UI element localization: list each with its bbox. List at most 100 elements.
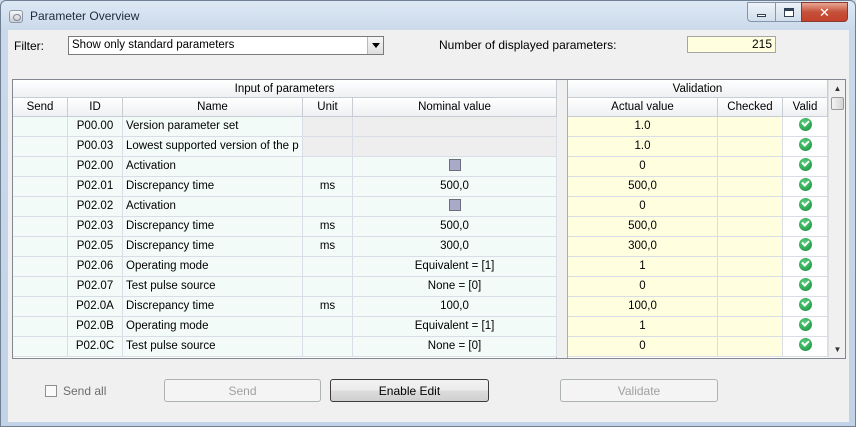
cell-nominal[interactable]: None = [0] <box>353 277 557 297</box>
cell-name: Operating mode <box>123 257 303 277</box>
title-bar[interactable]: Parameter Overview ✕ <box>1 1 855 31</box>
send-all-label: Send all <box>63 384 107 398</box>
send-button[interactable]: Send <box>164 379 321 402</box>
send-all-checkbox[interactable] <box>45 385 57 397</box>
cell-actual: 100,0 <box>568 297 718 317</box>
column-header-valid[interactable]: Valid <box>783 98 828 117</box>
cell-checked <box>718 277 783 297</box>
cell-send[interactable] <box>13 337 68 357</box>
cell-nominal[interactable]: Equivalent = [1] <box>353 257 557 277</box>
cell-unit <box>303 197 353 217</box>
cell-nominal[interactable] <box>353 117 557 137</box>
cell-actual: 0 <box>568 197 718 217</box>
cell-valid <box>783 257 828 277</box>
column-header-checked[interactable]: Checked <box>718 98 783 117</box>
grid-splitter[interactable] <box>556 80 568 358</box>
close-button[interactable]: ✕ <box>801 2 848 22</box>
cell-id: P02.00 <box>68 157 123 177</box>
cell-id: P00.03 <box>68 137 123 157</box>
cell-name: Discrepancy time <box>123 237 303 257</box>
cell-nominal[interactable]: 100,0 <box>353 297 557 317</box>
cell-nominal[interactable]: 300,0 <box>353 237 557 257</box>
minimize-button[interactable] <box>747 2 776 22</box>
cell-valid <box>783 337 828 357</box>
parameter-count-label: Number of displayed parameters: <box>439 38 617 52</box>
cell-send[interactable] <box>13 317 68 337</box>
filter-label: Filter: <box>14 39 44 53</box>
cell-unit <box>303 257 353 277</box>
cell-send[interactable] <box>13 277 68 297</box>
activation-checkbox[interactable] <box>448 198 461 211</box>
column-header-name[interactable]: Name <box>123 98 303 117</box>
column-header-send[interactable]: Send <box>13 98 68 117</box>
cell-valid <box>783 277 828 297</box>
scroll-up-icon[interactable]: ▲ <box>829 80 845 97</box>
cell-valid <box>783 157 828 177</box>
cell-nominal[interactable]: 500,0 <box>353 177 557 197</box>
maximize-button[interactable] <box>775 2 802 22</box>
column-header-id[interactable]: ID <box>68 98 123 117</box>
cell-send[interactable] <box>13 297 68 317</box>
cell-unit <box>303 317 353 337</box>
cell-send[interactable] <box>13 237 68 257</box>
scroll-down-icon[interactable]: ▼ <box>829 341 845 358</box>
cell-send[interactable] <box>13 217 68 237</box>
cell-name: Lowest supported version of the p <box>123 137 303 157</box>
cell-actual: 1.0 <box>568 117 718 137</box>
chevron-down-icon[interactable] <box>367 37 383 54</box>
cell-actual: 0 <box>568 337 718 357</box>
cell-unit: ms <box>303 297 353 317</box>
cell-nominal[interactable]: 500,0 <box>353 217 557 237</box>
cell-unit: ms <box>303 217 353 237</box>
cell-checked <box>718 137 783 157</box>
cell-send[interactable] <box>13 157 68 177</box>
parameter-count-field: 215 <box>687 36 776 53</box>
cell-unit <box>303 137 353 157</box>
cell-name: Discrepancy time <box>123 297 303 317</box>
filter-select[interactable]: Show only standard parameters <box>68 36 384 55</box>
cell-send[interactable] <box>13 257 68 277</box>
scroll-thumb[interactable] <box>831 97 844 110</box>
filter-select-value: Show only standard parameters <box>72 39 235 51</box>
cell-nominal[interactable]: Equivalent = [1] <box>353 317 557 337</box>
cell-id: P02.0B <box>68 317 123 337</box>
cell-checked <box>718 117 783 137</box>
cell-checked <box>718 157 783 177</box>
validate-button[interactable]: Validate <box>560 379 718 402</box>
activation-checkbox[interactable] <box>448 158 461 171</box>
check-circle-icon <box>798 318 812 332</box>
column-header-actual[interactable]: Actual value <box>568 98 718 117</box>
cell-actual: 0 <box>568 157 718 177</box>
cell-id: P02.03 <box>68 217 123 237</box>
app-icon <box>9 10 23 23</box>
cell-send[interactable] <box>13 177 68 197</box>
cell-send[interactable] <box>13 197 68 217</box>
cell-checked <box>718 217 783 237</box>
cell-nominal[interactable]: None = [0] <box>353 337 557 357</box>
cell-checked <box>718 257 783 277</box>
cell-name: Discrepancy time <box>123 217 303 237</box>
cell-valid <box>783 197 828 217</box>
cell-actual: 500,0 <box>568 217 718 237</box>
cell-id: P02.07 <box>68 277 123 297</box>
vertical-scrollbar[interactable]: ▲ ▼ <box>828 80 845 358</box>
column-header-unit[interactable]: Unit <box>303 98 353 117</box>
cell-valid <box>783 177 828 197</box>
client-area: Filter: Show only standard parameters Nu… <box>8 30 849 422</box>
cell-actual: 0 <box>568 277 718 297</box>
check-circle-icon <box>798 178 812 192</box>
cell-name: Test pulse source <box>123 337 303 357</box>
cell-send[interactable] <box>13 117 68 137</box>
column-header-nominal[interactable]: Nominal value <box>353 98 557 117</box>
cell-checked <box>718 197 783 217</box>
cell-checked <box>718 337 783 357</box>
cell-nominal[interactable] <box>353 197 557 217</box>
cell-send[interactable] <box>13 137 68 157</box>
cell-nominal[interactable] <box>353 137 557 157</box>
cell-actual: 1 <box>568 257 718 277</box>
cell-nominal[interactable] <box>353 157 557 177</box>
enable-edit-button[interactable]: Enable Edit <box>330 379 489 402</box>
cell-actual: 300,0 <box>568 237 718 257</box>
close-icon: ✕ <box>819 4 830 20</box>
cell-unit <box>303 277 353 297</box>
